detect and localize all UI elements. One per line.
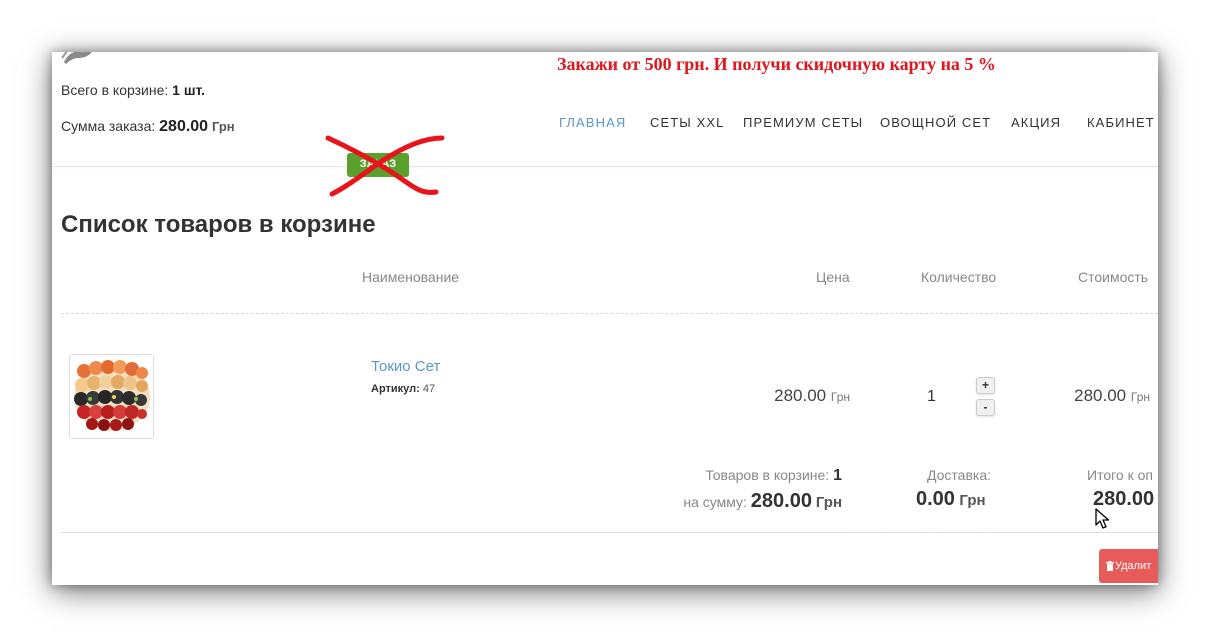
mouse-cursor-icon <box>1095 508 1110 529</box>
product-price: 280.00 Грн <box>774 386 850 406</box>
nav-item-home[interactable]: ГЛАВНАЯ <box>559 115 626 130</box>
product-total: 280.00 Грн <box>1074 386 1150 406</box>
summary-amount-label: на сумму: <box>683 494 747 510</box>
column-header-price: Цена <box>816 269 850 285</box>
red-cross-annotation <box>325 135 445 197</box>
delivery-amount: 0.00 <box>916 488 955 510</box>
cart-count: Всего в корзине: 1 шт. <box>61 82 205 98</box>
browser-viewport: Всего в корзине: 1 шт. Сумма заказа: 280… <box>52 52 1158 585</box>
product-price-value: 280.00 <box>774 386 827 405</box>
column-header-quantity: Количество <box>921 269 997 285</box>
product-sku-value: 47 <box>422 383 436 395</box>
trash-icon <box>1106 561 1114 571</box>
chevron-down-icon: ⌄ <box>1157 119 1158 130</box>
nav-item-promo[interactable]: АКЦИЯ <box>1011 115 1061 130</box>
delete-button[interactable]: Удалит <box>1099 549 1158 583</box>
product-thumbnail[interactable] <box>69 354 154 439</box>
product-sku: Артикул: 47 <box>371 383 435 395</box>
delivery-currency: Грн <box>959 492 986 509</box>
quantity-minus-button[interactable]: - <box>976 399 995 416</box>
summary-count-label: Товаров в корзине: <box>705 467 830 483</box>
summary-amount-value: 280.00 <box>750 490 812 512</box>
promo-banner: Закажи от 500 грн. И получи скидочную ка… <box>557 54 996 74</box>
product-total-value: 280.00 <box>1074 386 1127 405</box>
nav-item-cabinet[interactable]: КАБИНЕТ⌄ <box>1087 115 1158 130</box>
nav-item-premium-sets[interactable]: ПРЕМИУМ СЕТЫ <box>743 115 863 130</box>
delete-button-label: Удалит <box>1115 560 1152 572</box>
summary-divider-faint <box>842 532 1002 533</box>
column-header-name: Наименование <box>362 269 460 285</box>
product-price-currency: Грн <box>830 390 850 404</box>
logo-fragment <box>61 52 92 64</box>
quantity-plus-button[interactable]: + <box>976 377 995 394</box>
sushi-image <box>70 355 153 438</box>
delivery-value: 0.00 Грн <box>916 488 986 511</box>
nav-item-cabinet-label: КАБИНЕТ <box>1087 115 1155 130</box>
summary-count: Товаров в корзине: 1 <box>705 467 842 485</box>
delivery-label: Доставка: <box>927 467 992 483</box>
cart-count-label: Всего в корзине: <box>61 82 169 98</box>
column-header-cost: Стоимость <box>1078 269 1149 285</box>
main-nav: ГЛАВНАЯ СЕТЫ XXL ПРЕМИУМ СЕТЫ ОВОЩНОЙ СЕ… <box>52 115 1158 131</box>
summary-amount: на сумму: 280.00 Грн <box>683 490 842 513</box>
summary-amount-currency: Грн <box>815 494 842 511</box>
grand-total-label: Итого к оп <box>1087 467 1153 483</box>
cart-count-value: 1 шт. <box>172 82 206 98</box>
product-quantity: 1 <box>927 388 936 405</box>
product-name-link[interactable]: Токио Сет <box>371 358 440 375</box>
product-sku-label: Артикул: <box>371 383 420 395</box>
header-divider <box>52 166 1158 167</box>
table-divider <box>61 313 1158 314</box>
nav-item-vegetable-set[interactable]: ОВОЩНОЙ СЕТ <box>880 115 991 130</box>
nav-item-sets-xxl[interactable]: СЕТЫ XXL <box>650 115 725 130</box>
summary-count-value: 1 <box>833 467 842 484</box>
product-total-currency: Грн <box>1130 390 1150 404</box>
page-title: Список товаров в корзине <box>61 211 376 238</box>
